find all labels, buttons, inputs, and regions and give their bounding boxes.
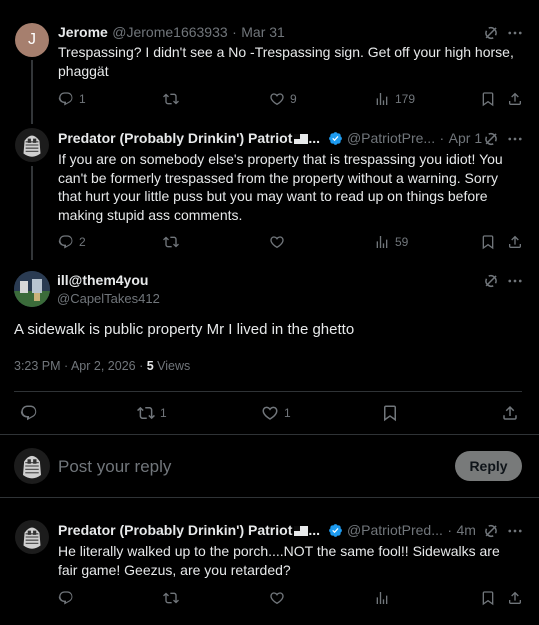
bookmark-icon[interactable] xyxy=(381,404,399,422)
reply-button[interactable]: 2 xyxy=(58,234,86,250)
author-handle[interactable]: @PatriotPre... xyxy=(347,130,435,146)
retweet-icon xyxy=(163,234,179,250)
avatar-image xyxy=(14,448,50,484)
author-handle[interactable]: @Jerome1663933 xyxy=(112,24,227,40)
retweet-button[interactable] xyxy=(163,234,184,250)
reply-count: 2 xyxy=(79,235,86,249)
like-icon xyxy=(269,590,285,606)
retweet-icon xyxy=(163,590,179,606)
avatar-image xyxy=(15,520,49,554)
views-button[interactable] xyxy=(374,590,390,606)
author-name[interactable]: Predator (Probably Drinkin') Patriot xyxy=(58,522,292,538)
tweet-text: He literally walked up to the porch....N… xyxy=(58,543,500,578)
reply-button[interactable]: Reply xyxy=(455,451,522,481)
tweet-timestamp[interactable]: 3:23 PM · Apr 2, 2026 · xyxy=(14,359,147,373)
avatar-image xyxy=(15,128,49,162)
name-ellipsis: ... xyxy=(308,130,321,146)
avatar[interactable] xyxy=(14,271,50,307)
avatar-letter: J xyxy=(28,31,36,48)
views-icon xyxy=(374,234,390,250)
reply-icon xyxy=(58,91,74,107)
flag-icon xyxy=(294,526,309,536)
retweet-button[interactable]: 1 xyxy=(137,404,167,422)
like-button[interactable] xyxy=(269,590,285,606)
more-icon[interactable] xyxy=(506,24,524,42)
like-icon xyxy=(269,91,285,107)
avatar xyxy=(14,448,50,484)
bookmark-icon[interactable] xyxy=(480,590,496,606)
flag-icon xyxy=(294,134,309,144)
share-icon[interactable] xyxy=(501,404,519,422)
bookmark-icon[interactable] xyxy=(480,234,496,250)
views-count: 5 xyxy=(146,359,154,373)
share-icon[interactable] xyxy=(507,234,523,250)
views-icon xyxy=(374,590,390,606)
grok-icon[interactable] xyxy=(482,24,500,42)
views-icon xyxy=(374,91,390,107)
reply-icon xyxy=(58,234,74,250)
tweet-time[interactable]: Apr 1 xyxy=(449,130,482,146)
views-count: 179 xyxy=(395,92,416,106)
retweet-button[interactable] xyxy=(163,91,184,107)
retweet-count: 1 xyxy=(160,406,167,420)
thread-line xyxy=(31,166,33,260)
thread-line xyxy=(31,60,33,124)
like-icon xyxy=(261,404,279,422)
avatar[interactable]: J xyxy=(15,23,49,57)
grok-icon[interactable] xyxy=(482,522,500,540)
retweet-icon xyxy=(163,91,179,107)
verified-badge-icon xyxy=(328,131,343,146)
tweet-time[interactable]: Mar 31 xyxy=(241,24,285,40)
views-button[interactable]: 59 xyxy=(374,234,408,250)
author-handle[interactable]: @PatriotPred... xyxy=(347,522,443,538)
reply-icon xyxy=(58,590,74,606)
separator-dot: · xyxy=(232,24,237,40)
reply-icon xyxy=(20,404,38,422)
views-label: Views xyxy=(153,359,191,373)
more-icon[interactable] xyxy=(506,522,524,540)
divider xyxy=(0,497,539,498)
author-name[interactable]: Jerome xyxy=(58,24,108,40)
retweet-button[interactable] xyxy=(163,590,179,606)
separator-dot: · xyxy=(439,130,445,146)
more-icon[interactable] xyxy=(506,272,524,290)
avatar[interactable] xyxy=(15,128,49,162)
divider xyxy=(14,391,522,392)
retweet-icon xyxy=(137,404,155,422)
grok-icon[interactable] xyxy=(482,130,500,148)
tweet-text: A sidewalk is public property Mr I lived… xyxy=(14,321,355,338)
verified-badge-icon xyxy=(328,523,343,538)
tweet-time[interactable]: 4m xyxy=(456,522,475,538)
author-name[interactable]: ill@them4you xyxy=(57,272,160,288)
reply-button[interactable]: 1 xyxy=(58,91,86,107)
views-count: 59 xyxy=(395,235,409,249)
like-icon xyxy=(269,234,285,250)
tweet-text: If you are on somebody else's property t… xyxy=(58,151,503,223)
like-count: 9 xyxy=(290,92,297,106)
like-button[interactable]: 9 xyxy=(269,91,297,107)
share-icon[interactable] xyxy=(507,91,523,107)
author-handle[interactable]: @CapelTakes412 xyxy=(57,291,160,306)
separator-dot: · xyxy=(447,522,452,538)
avatar[interactable] xyxy=(15,520,49,554)
more-icon[interactable] xyxy=(506,130,524,148)
like-button[interactable] xyxy=(269,234,290,250)
share-icon[interactable] xyxy=(507,590,523,606)
name-ellipsis: ... xyxy=(308,522,321,538)
grok-icon[interactable] xyxy=(482,272,500,290)
reply-input[interactable]: Post your reply xyxy=(58,457,171,477)
divider xyxy=(0,434,539,435)
avatar-image xyxy=(14,271,50,307)
reply-count: 1 xyxy=(79,92,86,106)
views-button[interactable]: 179 xyxy=(374,91,415,107)
reply-button[interactable] xyxy=(20,404,43,422)
bookmark-icon[interactable] xyxy=(480,91,496,107)
like-button[interactable]: 1 xyxy=(261,404,291,422)
tweet-text: Trespassing? I didn't see a No -Trespass… xyxy=(58,44,514,79)
reply-button[interactable] xyxy=(58,590,74,606)
like-count: 1 xyxy=(284,406,291,420)
author-name[interactable]: Predator (Probably Drinkin') Patriot xyxy=(58,130,292,146)
